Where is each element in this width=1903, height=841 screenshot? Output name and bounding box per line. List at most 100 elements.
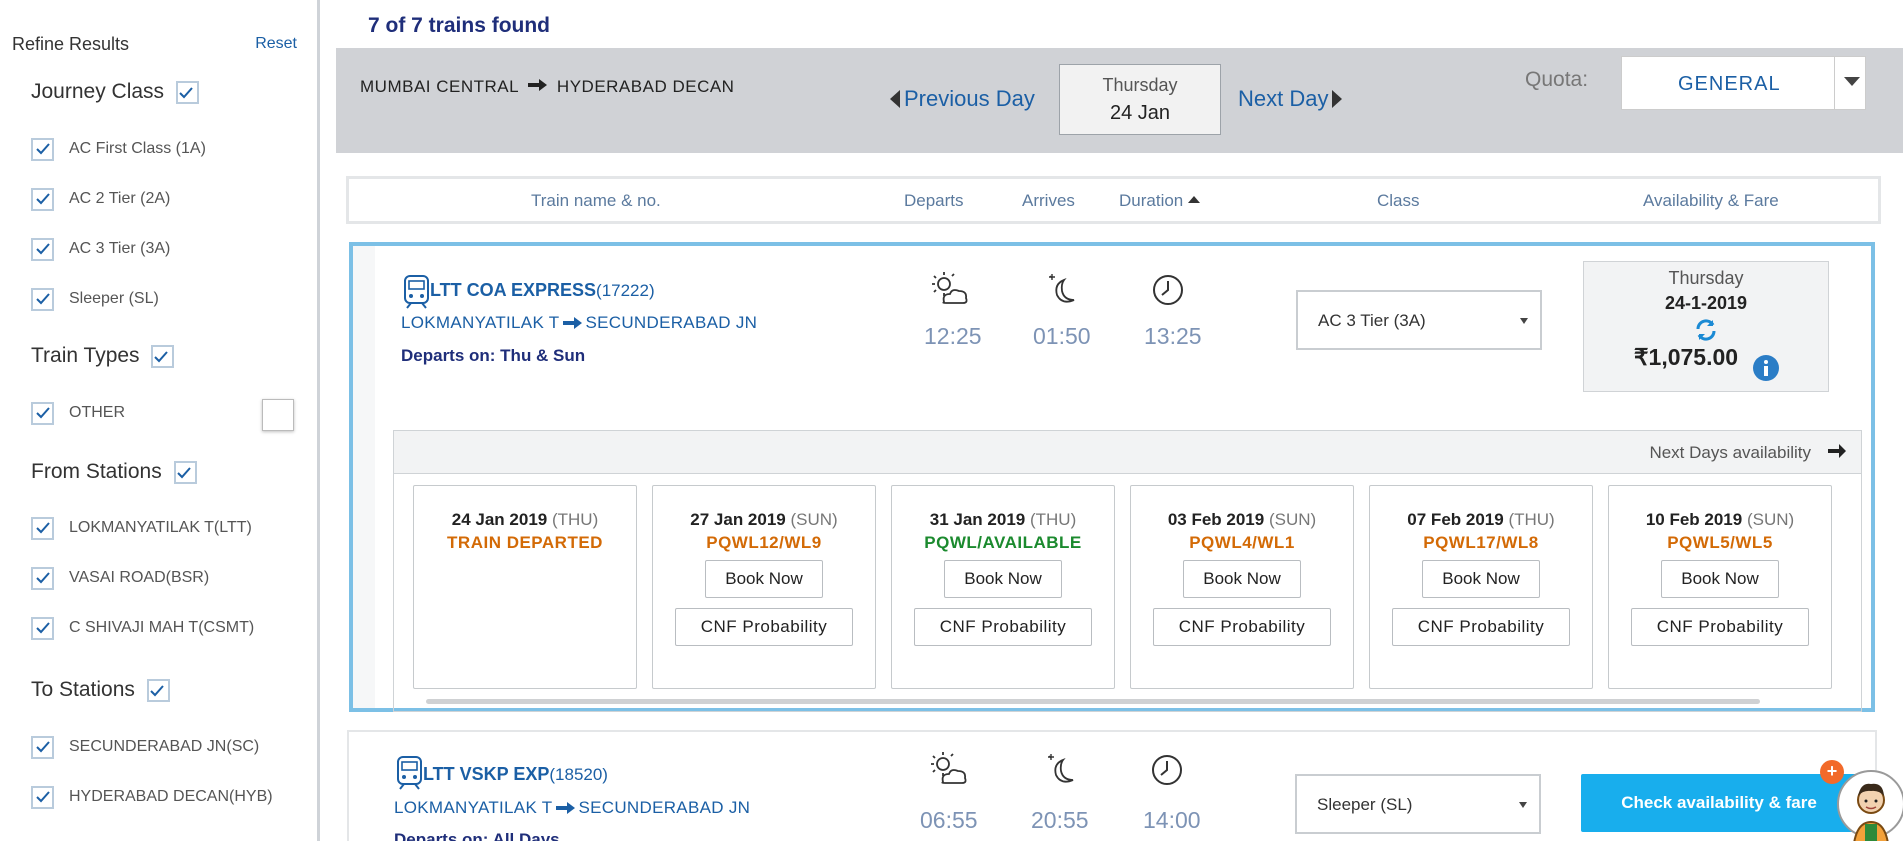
from-stations-all-checkbox[interactable]	[173, 461, 197, 484]
cnf-probability-button[interactable]: CNF Probability	[1631, 608, 1809, 646]
filter-label: AC 2 Tier (2A)	[69, 190, 171, 207]
checkbox[interactable]	[31, 237, 54, 261]
availability-dow: (THU)	[1508, 510, 1555, 529]
to-stations-heading: To Stations	[31, 678, 170, 702]
filter-from-ltt[interactable]: LOKMANYATILAK T(LTT)	[31, 515, 252, 541]
train-name[interactable]: LTT COA EXPRESS(17222)	[430, 280, 655, 301]
filter-class-3a[interactable]: AC 3 Tier (3A)	[31, 236, 170, 262]
reset-filters-link[interactable]: Reset	[255, 35, 297, 53]
route-to: HYDERABAD DECAN	[556, 77, 735, 96]
filter-from-csmt[interactable]: C SHIVAJI MAH T(CSMT)	[31, 615, 254, 641]
col-departs[interactable]: Departs	[904, 191, 964, 211]
class-select[interactable]: AC 3 Tier (3A)	[1296, 290, 1542, 350]
filter-type-other[interactable]: OTHER	[31, 400, 125, 426]
check-availability-button[interactable]: Check availability & fare	[1581, 774, 1857, 832]
refresh-icon[interactable]	[1694, 318, 1718, 342]
journey-class-all-checkbox[interactable]	[175, 81, 199, 104]
fare-box: Thursday 24-1-2019 ₹1,075.00	[1583, 261, 1829, 392]
to-stations-title: To Stations	[31, 678, 135, 701]
route-bar: MUMBAI CENTRAL HYDERABAD DECAN Previous …	[336, 48, 1903, 153]
train-from: LOKMANYATILAK T	[394, 798, 553, 817]
next-days-label: Next Days availability	[1649, 443, 1811, 462]
filter-class-2a[interactable]: AC 2 Tier (2A)	[31, 186, 170, 212]
train-number: (18520)	[549, 765, 608, 784]
filter-label: Sleeper (SL)	[69, 290, 159, 307]
checkbox[interactable]	[31, 287, 54, 311]
quota-select[interactable]: GENERAL	[1621, 56, 1866, 110]
availability-day-card: 07 Feb 2019 (THU) PQWL17/WL8 Book Now CN…	[1369, 485, 1593, 689]
assistant-avatar-icon[interactable]	[1835, 764, 1903, 841]
next-days-bar[interactable]: Next Days availability	[394, 431, 1861, 474]
filter-label: LOKMANYATILAK T(LTT)	[69, 519, 252, 536]
cnf-probability-button[interactable]: CNF Probability	[914, 608, 1092, 646]
arrow-right-icon[interactable]	[1827, 441, 1847, 461]
date-day: 24 Jan	[1109, 102, 1171, 124]
availability-day-card: 31 Jan 2019 (THU) PQWL/AVAILABLE Book No…	[891, 485, 1115, 689]
moon-icon	[1049, 274, 1075, 303]
availability-date-text: 03 Feb 2019	[1167, 510, 1265, 529]
book-now-button[interactable]: Book Now	[705, 560, 823, 598]
filter-class-1a[interactable]: AC First Class (1A)	[31, 136, 206, 162]
cnf-probability-button[interactable]: CNF Probability	[675, 608, 853, 646]
availability-status: PQWL/AVAILABLE	[924, 533, 1082, 552]
filter-class-sl[interactable]: Sleeper (SL)	[31, 286, 159, 312]
checkbox[interactable]	[31, 735, 54, 759]
cnf-probability-button[interactable]: CNF Probability	[1153, 608, 1331, 646]
filter-to-sc[interactable]: SECUNDERABAD JN(SC)	[31, 734, 259, 760]
book-now-button[interactable]: Book Now	[944, 560, 1062, 598]
checkbox[interactable]	[31, 785, 54, 809]
availability-status: PQWL5/WL5	[1667, 533, 1773, 552]
availability-status: TRAIN DEPARTED	[447, 533, 603, 552]
filter-to-hyb[interactable]: HYDERABAD DECAN(HYB)	[31, 784, 273, 810]
train-icon	[404, 275, 429, 309]
from-stations-title: From Stations	[31, 460, 162, 483]
book-now-button[interactable]: Book Now	[1183, 560, 1301, 598]
availability-date: 31 Jan 2019 (THU)	[892, 510, 1114, 530]
quota-label: Quota:	[1525, 68, 1589, 91]
blank-checkbox[interactable]	[262, 399, 294, 431]
checkbox[interactable]	[31, 401, 54, 425]
checkbox[interactable]	[31, 137, 54, 161]
next-day-link[interactable]: Next Day	[1238, 86, 1343, 112]
col-duration[interactable]: Duration	[1119, 191, 1201, 211]
col-availability[interactable]: Availability & Fare	[1643, 191, 1779, 211]
availability-status: PQWL17/WL8	[1423, 533, 1539, 552]
class-select-value: AC 3 Tier (3A)	[1318, 311, 1426, 330]
col-train[interactable]: Train name & no.	[531, 191, 661, 211]
availability-day-card: 10 Feb 2019 (SUN) PQWL5/WL5 Book Now CNF…	[1608, 485, 1832, 689]
checkbox[interactable]	[31, 616, 54, 640]
info-icon[interactable]	[1752, 354, 1780, 382]
to-stations-all-checkbox[interactable]	[146, 679, 170, 702]
col-duration-label: Duration	[1119, 191, 1184, 210]
cnf-probability-button[interactable]: CNF Probability	[1392, 608, 1570, 646]
checkbox[interactable]	[31, 187, 54, 211]
arrival-time: 20:55	[1031, 807, 1089, 833]
results-column-header: Train name & no. Departs Arrives Duratio…	[346, 176, 1881, 224]
date-picker[interactable]: Thursday 24 Jan	[1059, 64, 1221, 135]
chevron-down-icon	[1844, 77, 1860, 86]
book-now-button[interactable]: Book Now	[1422, 560, 1540, 598]
filter-label: HYDERABAD DECAN(HYB)	[69, 788, 273, 805]
train-types-all-checkbox[interactable]	[151, 345, 175, 368]
previous-day-link[interactable]: Previous Day	[890, 86, 1035, 112]
book-now-button[interactable]: Book Now	[1661, 560, 1779, 598]
availability-date: 10 Feb 2019 (SUN)	[1609, 510, 1831, 530]
class-select[interactable]: Sleeper (SL)	[1295, 774, 1541, 834]
train-name[interactable]: LTT VSKP EXP(18520)	[423, 764, 608, 785]
next-day-label: Next Day	[1238, 86, 1329, 111]
col-class[interactable]: Class	[1377, 191, 1420, 211]
filter-from-bsr[interactable]: VASAI ROAD(BSR)	[31, 565, 209, 591]
availability-day-card: 27 Jan 2019 (SUN) PQWL12/WL9 Book Now CN…	[652, 485, 876, 689]
col-arrives[interactable]: Arrives	[1022, 191, 1075, 211]
route-summary: MUMBAI CENTRAL HYDERABAD DECAN	[360, 77, 734, 97]
train-to: SECUNDERABAD JN	[578, 798, 751, 817]
next-days-availability: Next Days availability 24 Jan 2019 (THU)…	[393, 430, 1862, 712]
arrow-right-icon	[555, 802, 575, 814]
checkbox[interactable]	[31, 516, 54, 540]
chevron-down-icon	[1519, 802, 1527, 808]
availability-date-text: 10 Feb 2019	[1645, 510, 1743, 529]
arrow-right-icon	[527, 79, 547, 91]
checkbox[interactable]	[31, 566, 54, 590]
availability-date-text: 27 Jan 2019	[690, 510, 786, 529]
horizontal-scrollbar[interactable]	[426, 699, 1760, 704]
